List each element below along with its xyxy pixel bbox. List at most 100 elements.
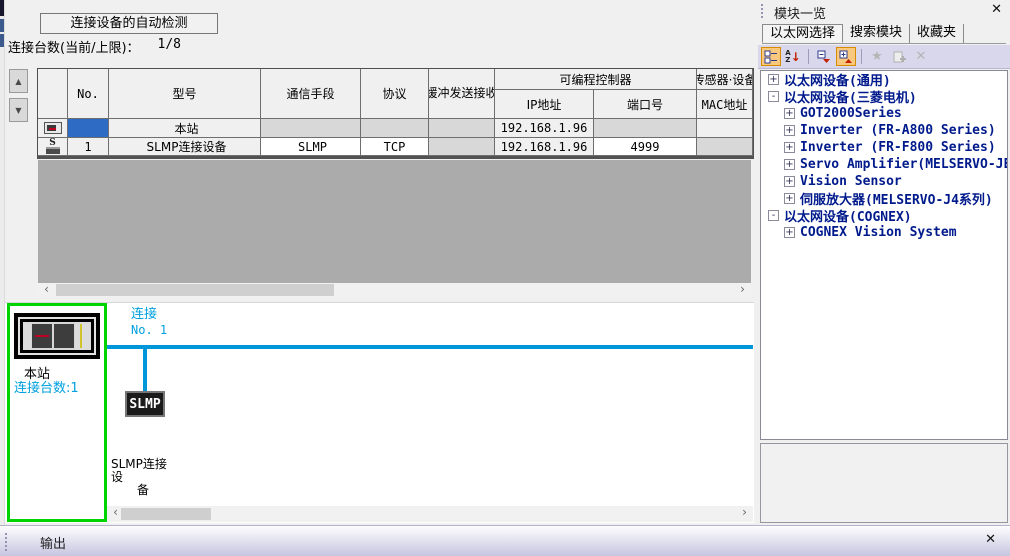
scroll-right-icon[interactable]: › (736, 283, 749, 297)
drag-grip-icon[interactable] (760, 3, 764, 19)
device-config-table: No. 型号 通信手段 协议 固定缓冲发送接收设置 可编程控制器 传感器·设备 … (37, 68, 754, 159)
row-move-up-button[interactable]: ▲ (9, 69, 28, 93)
comm-cell[interactable] (261, 119, 361, 138)
tab-favorites[interactable]: 收藏夹 (910, 24, 964, 43)
ip-cell[interactable]: 192.168.1.96 (495, 119, 594, 138)
output-bar[interactable]: 输出 ✕ (0, 525, 1010, 556)
tree-item-label: Servo Amplifier(MELSERVO-JE (800, 157, 1008, 172)
category-view-icon (764, 50, 778, 64)
tree-item-inverter-a800[interactable]: + Inverter (FR-A800 Series) (761, 122, 1007, 139)
tree-item-label: Inverter (FR-F800 Series) (800, 140, 996, 155)
host-station-selection[interactable]: 本站 连接台数:1 (7, 303, 107, 522)
group-header-sensor: 传感器·设备 (697, 69, 753, 90)
scrollbar-thumb[interactable] (121, 508, 211, 520)
expand-toggle-icon[interactable]: + (784, 193, 795, 204)
slmp-device-icon: S (46, 140, 60, 154)
port-cell[interactable] (594, 119, 697, 138)
plc-station-icon[interactable] (14, 313, 100, 359)
edge-block (0, 19, 4, 32)
expand-all-button[interactable] (836, 47, 856, 66)
host-station-icon (44, 122, 62, 134)
tree-item-inverter-f800[interactable]: + Inverter (FR-F800 Series) (761, 139, 1007, 156)
ethernet-configuration-window: 连接设备的自动检测 连接台数(当前/上限)： 1/8 ▲ ▼ No. 型号 通信… (0, 0, 1010, 556)
tree-item-ethernet-cognex[interactable]: - 以太网设备(COGNEX) (761, 207, 1007, 224)
tree-item-vision-sensor[interactable]: + Vision Sensor (761, 173, 1007, 190)
add-favorite-button[interactable] (889, 47, 909, 66)
expand-toggle-icon[interactable]: + (784, 142, 795, 153)
network-diagram-pane[interactable]: 连接 No. 1 SLMP SLMP连接设 备 ‹ › 本站 连接台数:1 (5, 302, 754, 523)
comm-cell[interactable]: SLMP (261, 138, 361, 156)
device-drop-line (143, 349, 147, 393)
close-icon[interactable]: ✕ (991, 2, 1002, 17)
col-header-buffer: 固定缓冲发送接收设置 (429, 69, 495, 119)
table-hscrollbar[interactable]: ‹ › (38, 283, 751, 297)
expand-toggle-icon[interactable]: - (768, 91, 779, 102)
edge-block (0, 0, 4, 16)
row-icon-cell[interactable] (38, 119, 68, 138)
panel-titlebar[interactable]: 模块一览 ✕ (758, 0, 1010, 22)
tree-item-label: 以太网设备(COGNEX) (784, 206, 912, 225)
sort-arrow-icon: ↓ (791, 51, 801, 63)
close-icon[interactable]: ✕ (985, 532, 996, 547)
collapse-all-icon (817, 50, 831, 64)
no-cell[interactable]: 1 (68, 138, 109, 156)
col-header-ip: IP地址 (495, 90, 594, 119)
diagram-hscrollbar[interactable]: ‹ › (107, 506, 753, 522)
tree-item-label: COGNEX Vision System (800, 225, 957, 240)
expand-toggle-icon[interactable]: + (784, 125, 795, 136)
tab-search-module[interactable]: 搜索模块 (843, 24, 910, 43)
expand-toggle-icon[interactable]: + (784, 227, 795, 238)
tree-item-label: GOT2000Series (800, 106, 902, 121)
connection-count-label: 连接台数(当前/上限)： (8, 37, 140, 56)
ip-cell[interactable]: 192.168.1.96 (495, 138, 594, 156)
scroll-left-icon[interactable]: ‹ (40, 283, 53, 297)
row-icon-cell[interactable]: S (38, 138, 68, 156)
tree-item-cognex-vision[interactable]: + COGNEX Vision System (761, 224, 1007, 241)
scroll-right-icon[interactable]: › (738, 506, 751, 520)
col-header-model: 型号 (109, 69, 261, 119)
expand-toggle-icon[interactable]: + (784, 159, 795, 170)
connection-number-label: No. 1 (131, 323, 167, 337)
drag-grip-icon[interactable] (4, 532, 8, 551)
toolbar-separator (808, 49, 809, 64)
model-cell[interactable]: SLMP连接设备 (109, 138, 261, 156)
expand-toggle-icon[interactable]: + (768, 74, 779, 85)
selected-cell[interactable] (68, 119, 109, 138)
collapse-all-button[interactable] (814, 47, 834, 66)
connection-label: 连接 (131, 308, 157, 322)
connection-count-value: 1/8 (158, 37, 181, 56)
up-arrow-icon: ▲ (15, 77, 21, 86)
protocol-cell[interactable]: TCP (361, 138, 429, 156)
mac-cell[interactable] (697, 138, 753, 156)
tree-item-label: Vision Sensor (800, 174, 902, 189)
model-cell[interactable]: 本站 (109, 119, 261, 138)
tree-item-ethernet-mitsubishi[interactable]: - 以太网设备(三菱电机) (761, 88, 1007, 105)
mac-cell[interactable] (697, 119, 753, 138)
tree-item-got2000[interactable]: + GOT2000Series (761, 105, 1007, 122)
panel-toolbar: A Z ↓ ★ (758, 45, 1010, 69)
auto-detect-button[interactable]: 连接设备的自动检测 (40, 13, 218, 34)
expand-toggle-icon[interactable]: - (768, 210, 779, 221)
tab-ethernet-selection[interactable]: 以太网选择 (762, 24, 843, 43)
protocol-cell[interactable] (361, 119, 429, 138)
favorite-star-button[interactable]: ★ (867, 47, 887, 66)
tree-item-label: Inverter (FR-A800 Series) (800, 123, 996, 138)
row-move-down-button[interactable]: ▼ (9, 98, 28, 122)
panel-title: 模块一览 (774, 3, 826, 22)
expand-toggle-icon[interactable]: + (784, 176, 795, 187)
station-connection-count: 连接台数:1 (14, 377, 79, 396)
scrollbar-thumb[interactable] (56, 284, 334, 296)
sort-az-button[interactable]: A Z ↓ (783, 47, 803, 66)
category-view-button[interactable] (761, 47, 781, 66)
ethernet-trunk-line (105, 345, 753, 349)
tree-item-servo-j4[interactable]: + 伺服放大器(MELSERVO-J4系列) (761, 190, 1007, 207)
port-cell[interactable]: 4999 (594, 138, 697, 156)
tree-item-servo-amplifier[interactable]: + Servo Amplifier(MELSERVO-JE (761, 156, 1007, 173)
slmp-device-node[interactable]: SLMP (125, 391, 165, 417)
tree-item-ethernet-generic[interactable]: + 以太网设备(通用) (761, 71, 1007, 88)
delete-favorite-button[interactable]: ✕ (911, 47, 931, 66)
connection-count: 连接台数(当前/上限)： 1/8 (8, 37, 181, 56)
buffer-cell[interactable] (429, 119, 495, 138)
buffer-cell[interactable] (429, 138, 495, 156)
expand-toggle-icon[interactable]: + (784, 108, 795, 119)
